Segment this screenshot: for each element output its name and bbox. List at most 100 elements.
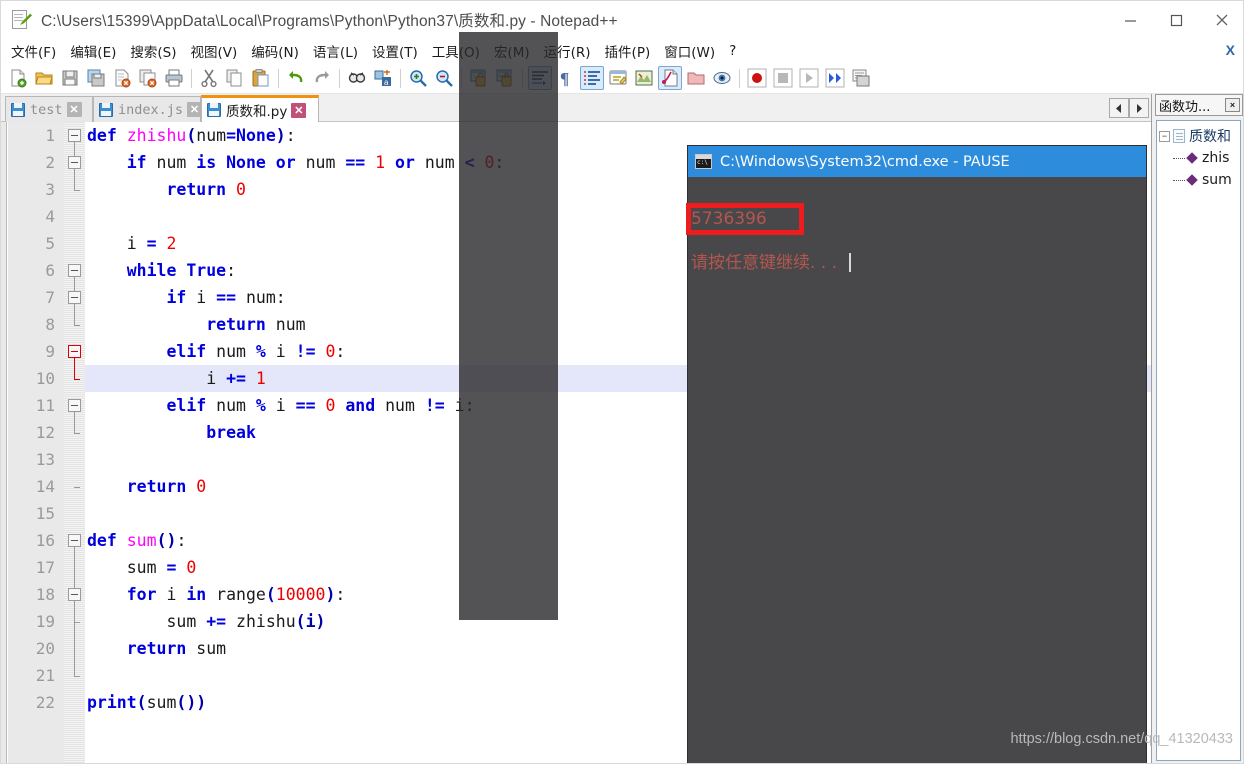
menu-search[interactable]: 搜索(S) — [123, 39, 183, 63]
save-icon[interactable] — [58, 66, 82, 90]
code-token: == — [295, 396, 316, 415]
line-number: 14 — [35, 477, 55, 496]
menu-encoding[interactable]: 编码(N) — [244, 39, 306, 63]
close-all-icon[interactable] — [136, 66, 160, 90]
replace-icon[interactable]: a — [371, 66, 395, 90]
tab-index-js[interactable]: index.js ✕ — [93, 96, 203, 122]
undo-icon[interactable] — [284, 66, 308, 90]
macro-stop-icon[interactable] — [771, 66, 795, 90]
code-token: zhishu — [126, 126, 187, 145]
menu-language[interactable]: 语言(L) — [306, 39, 365, 63]
code-token: elif — [166, 396, 207, 415]
menu-plugins[interactable]: 插件(P) — [598, 39, 658, 63]
code-line[interactable]: def zhishu(num=None): — [85, 122, 1153, 149]
close-button[interactable] — [1199, 1, 1243, 39]
tab-scroll-right-button[interactable] — [1129, 98, 1149, 118]
macro-multi-play-icon[interactable] — [823, 66, 847, 90]
menu-edit[interactable]: 编辑(E) — [63, 39, 123, 63]
tab-label: index.js — [118, 101, 184, 118]
code-token: return — [126, 477, 187, 496]
code-token: 0 — [186, 558, 197, 577]
tab-close-button[interactable]: ✕ — [291, 102, 307, 118]
watermark: https://blog.csdn.net/qq_41320433 — [1010, 731, 1233, 747]
code-token: def — [87, 531, 117, 550]
code-token: != — [295, 342, 316, 361]
tree-collapse-toggle[interactable]: − — [1159, 130, 1170, 142]
zoom-out-icon[interactable] — [432, 66, 456, 90]
code-token: i — [87, 234, 147, 253]
highlight-annotation-box — [686, 203, 804, 235]
disk-icon — [11, 102, 25, 117]
code-token: : — [226, 261, 237, 280]
code-token: is — [196, 153, 217, 172]
code-token: None — [236, 126, 276, 145]
code-token: % — [255, 396, 266, 415]
tab-scroll-left-button[interactable] — [1109, 98, 1129, 118]
user-language-icon[interactable] — [606, 66, 630, 90]
macro-play-icon[interactable] — [797, 66, 821, 90]
macro-save-icon[interactable] — [849, 66, 873, 90]
tree-root-item[interactable]: − 质数和 — [1159, 125, 1240, 147]
macro-record-icon[interactable] — [745, 66, 769, 90]
menu-view[interactable]: 视图(V) — [184, 39, 245, 63]
menu-help[interactable]: ? — [722, 41, 743, 61]
fold-margin[interactable] — [64, 122, 85, 763]
document-map-icon[interactable] — [632, 66, 656, 90]
save-all-icon[interactable] — [84, 66, 108, 90]
line-number-gutter: 1 2 3 4 5 6 7 8 9 10 11 12 13 14 15 16 17 18 19 20 21 22 — [8, 122, 64, 763]
cut-icon[interactable] — [197, 66, 221, 90]
tab-zhishuhe-py[interactable]: 质数和.py ✕ — [201, 95, 319, 122]
function-list-icon[interactable] — [658, 66, 682, 90]
code-token: 2 — [166, 234, 177, 253]
maximize-button[interactable] — [1153, 1, 1199, 39]
console-body[interactable]: 5736396 请按任意键继续. . . — [686, 177, 1146, 763]
function-list-close-button[interactable]: × — [1225, 98, 1240, 112]
tab-close-button[interactable]: ✕ — [187, 102, 203, 117]
close-file-icon[interactable] — [110, 66, 134, 90]
tab-bar: test ✕ index.js ✕ 质数和.py ✕ — [1, 94, 1243, 122]
monitor-icon[interactable] — [710, 66, 734, 90]
function-tree[interactable]: − 质数和 zhis sum — [1156, 120, 1241, 761]
code-token: zhishu — [226, 612, 296, 631]
fold-toggle[interactable] — [68, 588, 81, 601]
fold-toggle[interactable] — [68, 345, 81, 358]
code-token: num — [196, 126, 227, 145]
close-document-button[interactable]: X — [1226, 42, 1235, 58]
menu-window[interactable]: 窗口(W) — [657, 39, 722, 63]
function-list-title: 函数功... — [1159, 99, 1211, 115]
find-icon[interactable] — [345, 66, 369, 90]
print-icon[interactable] — [162, 66, 186, 90]
tab-close-button[interactable]: ✕ — [66, 102, 82, 117]
fold-toggle[interactable] — [68, 156, 81, 169]
fold-toggle[interactable] — [68, 399, 81, 412]
copy-icon[interactable] — [223, 66, 247, 90]
code-token: : — [335, 342, 346, 361]
tree-item-zhishu[interactable]: zhis — [1159, 147, 1240, 169]
folder-workspace-icon[interactable] — [684, 66, 708, 90]
menu-settings[interactable]: 设置(T) — [365, 39, 425, 63]
open-file-icon[interactable] — [32, 66, 56, 90]
line-number: 5 — [45, 234, 55, 253]
zoom-in-icon[interactable] — [406, 66, 430, 90]
new-file-icon[interactable] — [6, 66, 30, 90]
fold-toggle[interactable] — [68, 264, 81, 277]
tree-item-sum[interactable]: sum — [1159, 169, 1240, 191]
tab-test[interactable]: test ✕ — [5, 96, 93, 122]
notepadpp-window: C:\Users\15399\AppData\Local\Programs\Py… — [0, 0, 1244, 764]
menu-file[interactable]: 文件(F) — [4, 39, 63, 63]
fold-toggle[interactable] — [68, 534, 81, 547]
paste-icon[interactable] — [249, 66, 273, 90]
minimize-button[interactable] — [1107, 1, 1153, 39]
redo-icon[interactable] — [310, 66, 334, 90]
fold-toggle[interactable] — [68, 129, 81, 142]
cmd-icon — [695, 154, 712, 169]
indent-guide-icon[interactable] — [580, 66, 604, 90]
cmd-console-window[interactable]: C:\Windows\System32\cmd.exe - PAUSE 5736… — [686, 146, 1146, 763]
console-title-bar: C:\Windows\System32\cmd.exe - PAUSE — [688, 146, 1146, 177]
tab-nav — [1109, 98, 1149, 118]
window-controls — [1107, 1, 1243, 39]
fold-toggle[interactable] — [68, 291, 81, 304]
code-token: ( — [136, 693, 147, 712]
